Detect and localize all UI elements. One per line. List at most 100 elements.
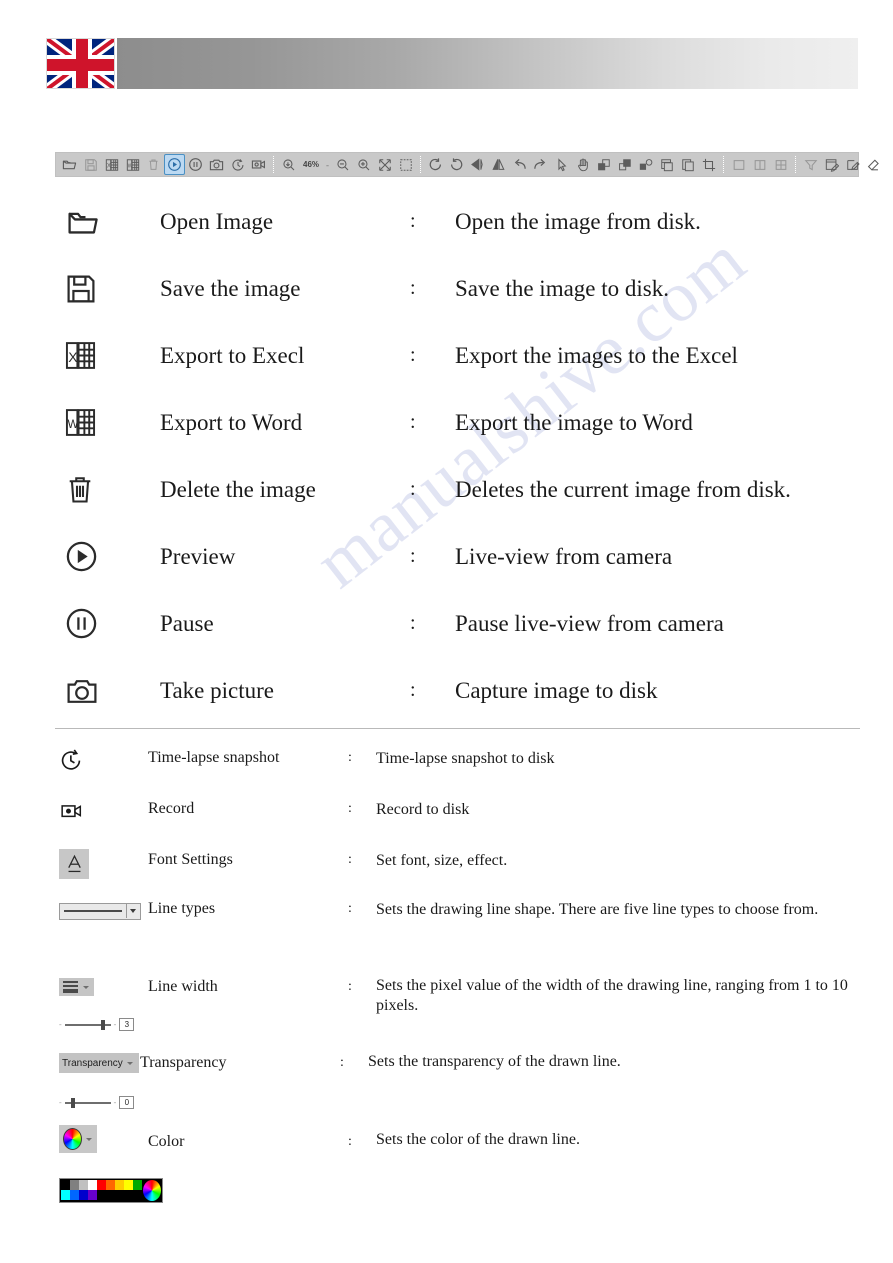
word-export-icon: W [55,406,160,439]
chevron-down-icon[interactable] [126,1061,133,1065]
color-wheel[interactable] [63,1128,82,1150]
palette-swatch[interactable] [70,1180,79,1190]
palette-swatch[interactable] [124,1190,133,1200]
legend-colon: : [410,344,416,366]
transparency-slider[interactable]: - - 0 [59,1092,135,1111]
crop-button[interactable] [698,154,719,175]
section-divider [55,728,860,729]
bring-forward-button[interactable] [593,154,614,175]
palette-swatch[interactable] [97,1180,106,1190]
slider-min-tick: - [59,1020,62,1029]
line-width-value[interactable]: 3 [119,1018,135,1031]
transparency-combo[interactable]: Transparency [59,1053,139,1073]
delete-image-button[interactable] [143,154,164,175]
legend-description: Open the image from disk. [455,208,701,234]
application-toolbar[interactable]: X W 46% - [55,152,879,177]
legend-description: Deletes the current image from disk. [455,476,791,502]
slider-max-tick: - [113,1020,117,1029]
palette-swatch[interactable] [61,1190,70,1200]
palette-swatch[interactable] [133,1190,142,1200]
redo-button[interactable] [530,154,551,175]
palette-swatch[interactable] [115,1190,124,1200]
preview-button[interactable] [164,154,185,175]
filter-button[interactable] [800,154,821,175]
zoom-out-button[interactable] [332,154,353,175]
marquee-select-button[interactable] [395,154,416,175]
zoom-fit-button[interactable] [278,154,299,175]
legend-name: Line types [148,900,216,917]
palette-swatch[interactable] [106,1180,115,1190]
legend-colon: : [348,1134,352,1149]
four-pane-view-button[interactable] [770,154,791,175]
pause-button[interactable] [185,154,206,175]
palette-swatch[interactable] [124,1180,133,1190]
palette-swatch[interactable] [79,1180,88,1190]
pencil-button[interactable] [842,154,863,175]
palette-swatch[interactable] [133,1180,142,1190]
legend-colon: : [348,801,352,816]
group-objects-button[interactable] [635,154,656,175]
chevron-down-icon[interactable] [86,1137,92,1141]
undo-button[interactable] [509,154,530,175]
annotate-button[interactable] [821,154,842,175]
font-settings-icon[interactable] [59,849,89,879]
palette-swatch[interactable] [115,1180,124,1190]
legend-colon: : [340,1055,344,1070]
color-palette[interactable] [59,1177,163,1203]
save-image-button[interactable] [80,154,101,175]
floppy-save-icon [55,273,160,305]
legend-row-line-width: Line width : Sets the pixel value of the… [55,974,865,1017]
export-excel-button[interactable]: X [101,154,122,175]
header-gradient-bar [117,38,858,89]
palette-swatch[interactable] [88,1190,97,1200]
record-button[interactable] [248,154,269,175]
flip-horizontal-button[interactable] [467,154,488,175]
palette-swatch[interactable] [97,1190,106,1200]
palette-swatch[interactable] [88,1180,97,1190]
chevron-down-icon[interactable] [83,985,89,989]
fit-to-window-button[interactable] [374,154,395,175]
chevron-down-icon[interactable] [130,909,136,913]
line-type-combo[interactable] [59,902,141,920]
camera-icon [55,675,160,707]
legend-description: Sets the drawing line shape. There are f… [376,901,819,918]
time-lapse-snapshot-button[interactable] [227,154,248,175]
export-word-button[interactable]: W [122,154,143,175]
legend-description: Time-lapse snapshot to disk [376,750,555,767]
palette-swatch[interactable] [79,1190,88,1200]
pan-tool-button[interactable] [572,154,593,175]
rotate-left-button[interactable] [425,154,446,175]
eraser-button[interactable] [863,154,884,175]
legend-row-time-lapse: Time-lapse snapshot : Time-lapse snapsho… [55,747,865,773]
flip-vertical-button[interactable] [488,154,509,175]
two-pane-view-button[interactable] [749,154,770,175]
legend-row-pause: Pause : Pause live-view from camera [55,590,865,657]
zoom-in-button[interactable] [353,154,374,175]
slider-knob[interactable] [70,1097,75,1108]
palette-row-2[interactable] [61,1190,142,1200]
single-pane-view-button[interactable] [728,154,749,175]
line-width-icon[interactable] [59,978,94,996]
slider-track[interactable] [64,1019,111,1030]
pointer-tool-button[interactable] [551,154,572,175]
legend-colon: : [410,277,416,299]
zoom-level-value[interactable]: 46% [299,160,323,169]
slider-knob[interactable] [100,1019,105,1030]
color-wheel-icon[interactable] [59,1125,97,1153]
legend-description: Capture image to disk [455,677,658,703]
video-camera-icon [55,798,148,824]
palette-swatch[interactable] [61,1180,70,1190]
rotate-right-button[interactable] [446,154,467,175]
palette-swatch[interactable] [106,1190,115,1200]
open-image-button[interactable] [59,154,80,175]
take-picture-button[interactable] [206,154,227,175]
transparency-value[interactable]: 0 [119,1096,135,1109]
palette-row-1[interactable] [61,1180,142,1190]
line-width-slider[interactable]: - - 3 [59,1014,135,1033]
paste-button[interactable] [656,154,677,175]
send-backward-button[interactable] [614,154,635,175]
palette-color-wheel-icon[interactable] [143,1180,161,1201]
slider-track[interactable] [64,1097,111,1108]
palette-swatch[interactable] [70,1190,79,1200]
copy-button[interactable] [677,154,698,175]
